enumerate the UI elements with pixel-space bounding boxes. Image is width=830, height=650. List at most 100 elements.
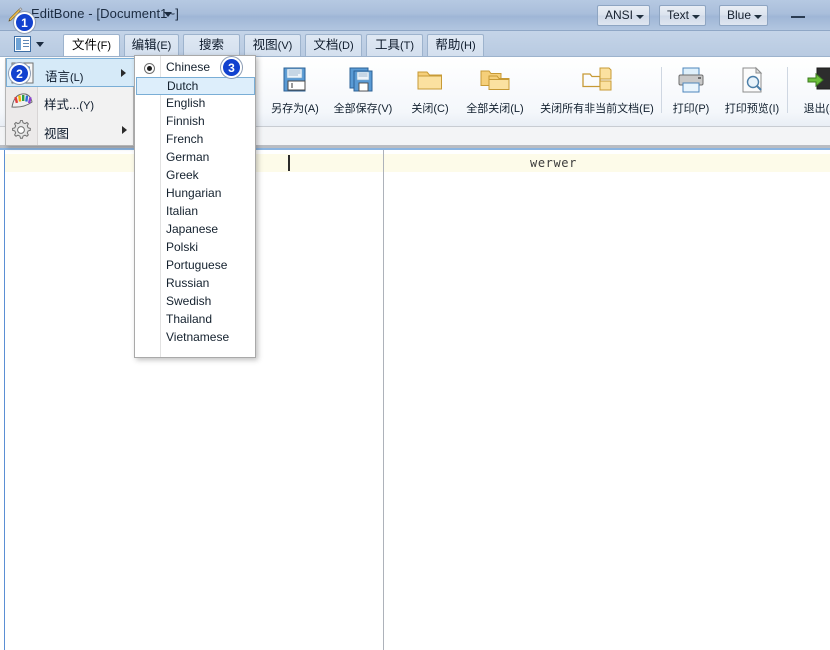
- language-item-swedish[interactable]: Swedish: [136, 293, 255, 311]
- language-item-italian[interactable]: Italian: [136, 203, 255, 221]
- tab-edit[interactable]: 编辑(E): [124, 34, 179, 57]
- language-item-label: Polski: [166, 240, 198, 254]
- tab-document-label: 文档: [313, 38, 338, 52]
- title-bar: EditBone - [Document1~] ANSI Text Blue: [0, 0, 830, 31]
- tab-document[interactable]: 文档(D): [305, 34, 362, 57]
- menu-item-styles-label: 样式...(Y): [44, 94, 94, 113]
- window-title: EditBone - [Document1~]: [31, 6, 179, 21]
- language-mnemonic: (L): [70, 72, 83, 84]
- close-other-documents-label: 关闭所有非当前文档(E): [532, 100, 662, 116]
- tab-file[interactable]: 文件(F): [63, 34, 120, 57]
- language-item-label: Chinese: [166, 60, 210, 74]
- tab-view[interactable]: 视图(V): [244, 34, 301, 57]
- close-label: 关闭(C): [400, 100, 460, 116]
- editor-left-margin-line: [4, 150, 5, 650]
- print-button[interactable]: 打印(P): [663, 59, 719, 121]
- tab-view-mnemonic: (V): [278, 40, 293, 52]
- language-item-german[interactable]: German: [136, 149, 255, 167]
- language-item-label: Dutch: [167, 79, 198, 93]
- language-item-thailand[interactable]: Thailand: [136, 311, 255, 329]
- gear-icon: [10, 119, 33, 141]
- language-item-finnish[interactable]: Finnish: [136, 113, 255, 131]
- menu-item-styles[interactable]: 样式...(Y): [6, 87, 135, 116]
- language-item-english[interactable]: English: [136, 95, 255, 113]
- step-badge-3: 3: [221, 57, 242, 78]
- menu-item-view[interactable]: 视图: [6, 116, 135, 145]
- language-item-label: Russian: [166, 276, 209, 290]
- exit-icon: [805, 65, 830, 97]
- language-item-polski[interactable]: Polski: [136, 239, 255, 257]
- save-all-button[interactable]: 全部保存(V): [330, 59, 396, 121]
- editor-area[interactable]: werwer: [0, 148, 830, 650]
- language-item-label: Swedish: [166, 294, 211, 308]
- language-item-label: English: [166, 96, 205, 110]
- language-item-label: Portuguese: [166, 258, 227, 272]
- styles-mnemonic: (Y): [79, 100, 94, 112]
- save-as-button[interactable]: 另存为(A): [262, 59, 328, 121]
- exit-button[interactable]: 退出(X): [789, 59, 830, 121]
- language-item-japanese[interactable]: Japanese: [136, 221, 255, 239]
- panel-layout-line-2: [23, 43, 29, 44]
- editor-vertical-split-line[interactable]: [383, 150, 384, 650]
- exit-label: 退出(X): [789, 100, 830, 116]
- toolbar-separator: [787, 67, 788, 113]
- language-item-label: Vietnamese: [166, 330, 229, 344]
- folder-close-all-icon: [478, 65, 512, 97]
- save-as-icon: [278, 65, 312, 97]
- language-item-label: French: [166, 132, 203, 146]
- tab-file-label: 文件: [72, 38, 97, 52]
- folder-close-icon: [413, 65, 447, 97]
- text-caret: [288, 155, 290, 171]
- application-window: EditBone - [Document1~] ANSI Text Blue 文: [0, 0, 830, 650]
- menu-item-language-label: 语言(L): [45, 66, 83, 85]
- theme-combo-label: Blue: [727, 8, 751, 22]
- language-item-label: Thailand: [166, 312, 212, 326]
- language-item-label: Greek: [166, 168, 199, 182]
- minimize-button[interactable]: [778, 4, 818, 26]
- tab-search-label: 搜索: [199, 38, 224, 52]
- print-preview-button[interactable]: 打印预览(I): [719, 59, 785, 121]
- language-item-label: Italian: [166, 204, 198, 218]
- language-item-greek[interactable]: Greek: [136, 167, 255, 185]
- theme-combo[interactable]: Blue: [719, 5, 768, 26]
- language-item-label: German: [166, 150, 209, 164]
- close-other-documents-button[interactable]: 关闭所有非当前文档(E): [532, 59, 662, 121]
- tab-document-mnemonic: (D): [338, 40, 353, 52]
- close-button[interactable]: 关闭(C): [400, 59, 460, 121]
- close-all-button[interactable]: 全部关闭(L): [462, 59, 528, 121]
- tab-file-mnemonic: (F): [97, 40, 111, 52]
- view-text: 视图: [44, 127, 69, 141]
- tab-tools-label: 工具: [375, 38, 400, 52]
- tab-search[interactable]: 搜索: [183, 34, 240, 57]
- panel-layout-icon[interactable]: [14, 36, 31, 52]
- language-text: 语言: [45, 70, 70, 84]
- radio-selected-icon: [144, 63, 155, 74]
- save-as-label: 另存为(A): [262, 100, 328, 116]
- language-item-label: Japanese: [166, 222, 218, 236]
- encoding-combo[interactable]: ANSI: [597, 5, 650, 26]
- tab-tools[interactable]: 工具(T): [366, 34, 423, 57]
- filetype-combo[interactable]: Text: [659, 5, 706, 26]
- submenu-arrow-icon: [121, 69, 126, 77]
- print-preview-label: 打印预览(I): [719, 100, 785, 116]
- language-item-portuguese[interactable]: Portuguese: [136, 257, 255, 275]
- tab-help-mnemonic: (H): [460, 40, 475, 52]
- chevron-down-icon: [754, 15, 762, 19]
- print-label: 打印(P): [663, 100, 719, 116]
- chevron-down-icon[interactable]: [164, 12, 172, 17]
- language-item-french[interactable]: French: [136, 131, 255, 149]
- panel-layout-left: [16, 38, 21, 50]
- panel-layout-line-3: [23, 46, 29, 47]
- current-line-highlight: [5, 154, 830, 172]
- chevron-down-icon[interactable]: [36, 42, 44, 47]
- language-item-russian[interactable]: Russian: [136, 275, 255, 293]
- language-item-dutch[interactable]: Dutch: [136, 77, 255, 95]
- tab-help[interactable]: 帮助(H): [427, 34, 484, 57]
- step-badge-1: 1: [14, 12, 35, 33]
- tab-edit-label: 编辑: [132, 38, 157, 52]
- language-item-vietnamese[interactable]: Vietnamese: [136, 329, 255, 347]
- encoding-combo-label: ANSI: [605, 8, 633, 22]
- save-all-label: 全部保存(V): [330, 100, 396, 116]
- language-item-hungarian[interactable]: Hungarian: [136, 185, 255, 203]
- tab-edit-mnemonic: (E): [157, 40, 172, 52]
